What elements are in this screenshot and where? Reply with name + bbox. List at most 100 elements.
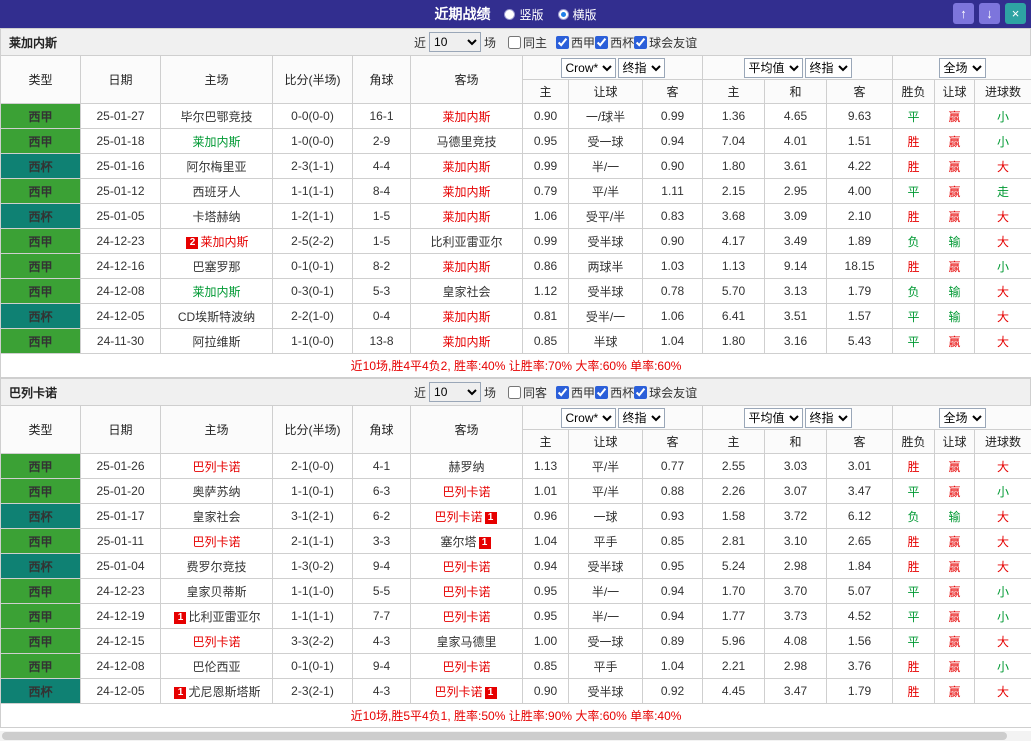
euro-odds-cell: 1.58 bbox=[703, 504, 765, 529]
asian-handicap-cell: 半/一 bbox=[569, 604, 643, 629]
league-type-cell: 西甲 bbox=[1, 654, 81, 679]
final-odds-select[interactable]: 终指 bbox=[805, 408, 852, 428]
handicap-result-cell: 输 bbox=[935, 304, 975, 329]
league-checkbox-friendly[interactable]: 球会友谊 bbox=[634, 34, 697, 51]
asian-odds-controls: Crow*终指 bbox=[523, 406, 703, 430]
handicap-result-cell: 赢 bbox=[935, 204, 975, 229]
filter-controls: 近 10 场 同客 西甲 西杯 球会友谊 bbox=[411, 382, 697, 402]
league-type-cell: 西甲 bbox=[1, 529, 81, 554]
league-friendly-input[interactable] bbox=[634, 386, 647, 399]
same-venue-input[interactable] bbox=[508, 36, 521, 49]
euro-odds-cell: 2.65 bbox=[827, 529, 893, 554]
col-handicap-result: 让球 bbox=[935, 430, 975, 454]
outcome-cell: 负 bbox=[893, 279, 935, 304]
euro-odds-controls: 平均值终指 bbox=[703, 406, 893, 430]
asian-handicap-cell: 两球半 bbox=[569, 254, 643, 279]
col-corner: 角球 bbox=[353, 56, 411, 104]
mode-horizontal-radio[interactable]: 横版 bbox=[558, 6, 597, 23]
away-team-cell: 莱加内斯 bbox=[411, 254, 523, 279]
asian-handicap-cell: 受半球 bbox=[569, 279, 643, 304]
mode-vertical-radio[interactable]: 竖版 bbox=[504, 6, 543, 23]
match-row: 西甲25-01-27毕尔巴鄂竞技0-0(0-0)16-1莱加内斯0.90一/球半… bbox=[1, 104, 1031, 129]
same-venue-checkbox[interactable]: 同客 bbox=[508, 384, 547, 401]
fulltime-select[interactable]: 全场 bbox=[939, 58, 986, 78]
col-date: 日期 bbox=[81, 406, 161, 454]
scroll-up-button[interactable]: ↑ bbox=[953, 3, 974, 24]
league-checkbox-laliga[interactable]: 西甲 bbox=[556, 34, 595, 51]
average-select[interactable]: 平均值 bbox=[744, 58, 803, 78]
away-team-cell: 巴列卡诺 bbox=[411, 654, 523, 679]
league-checkbox-laliga[interactable]: 西甲 bbox=[556, 384, 595, 401]
asian-handicap-cell: 一球 bbox=[569, 504, 643, 529]
near-label: 近 bbox=[414, 384, 426, 401]
team-name: 莱加内斯 bbox=[200, 235, 248, 249]
match-count-select[interactable]: 10 bbox=[429, 382, 481, 402]
fulltime-select[interactable]: 全场 bbox=[939, 408, 986, 428]
league-checkbox-friendly[interactable]: 球会友谊 bbox=[634, 384, 697, 401]
col-euro-away: 客 bbox=[827, 80, 893, 104]
goals-result-cell: 大 bbox=[975, 204, 1031, 229]
col-outcome: 胜负 bbox=[893, 430, 935, 454]
outcome-cell: 平 bbox=[893, 329, 935, 354]
euro-odds-cell: 1.36 bbox=[703, 104, 765, 129]
match-row: 西甲24-12-191比利亚雷亚尔1-1(1-1)7-7巴列卡诺0.95半/一0… bbox=[1, 604, 1031, 629]
games-label: 场 bbox=[484, 384, 496, 401]
league-type-cell: 西甲 bbox=[1, 454, 81, 479]
euro-odds-cell: 3.68 bbox=[703, 204, 765, 229]
league-checkbox-copa[interactable]: 西杯 bbox=[595, 34, 634, 51]
goals-result-cell: 大 bbox=[975, 304, 1031, 329]
average-select[interactable]: 平均值 bbox=[744, 408, 803, 428]
handicap-result-cell: 赢 bbox=[935, 604, 975, 629]
euro-odds-cell: 3.76 bbox=[827, 654, 893, 679]
same-venue-input[interactable] bbox=[508, 386, 521, 399]
match-count-select[interactable]: 10 bbox=[429, 32, 481, 52]
league-copa-input[interactable] bbox=[595, 36, 608, 49]
control-row: 类型 日期 主场 比分(半场) 角球 客场 Crow*终指 平均值终指 全场 bbox=[1, 56, 1031, 80]
same-venue-checkbox[interactable]: 同主 bbox=[508, 34, 547, 51]
handicap-result-cell: 赢 bbox=[935, 654, 975, 679]
league-laliga-label: 西甲 bbox=[571, 34, 595, 51]
euro-odds-cell: 2.55 bbox=[703, 454, 765, 479]
final-odds-select[interactable]: 终指 bbox=[618, 408, 665, 428]
col-type: 类型 bbox=[1, 406, 81, 454]
league-type-cell: 西杯 bbox=[1, 554, 81, 579]
team-name: 巴塞罗那 bbox=[192, 260, 240, 274]
close-button[interactable]: × bbox=[1005, 3, 1026, 24]
euro-odds-cell: 3.73 bbox=[765, 604, 827, 629]
match-row: 西甲24-12-15巴列卡诺3-3(2-2)4-3皇家马德里1.00受一球0.8… bbox=[1, 629, 1031, 654]
horizontal-scrollbar[interactable] bbox=[0, 731, 1031, 741]
window-buttons: ↑ ↓ × bbox=[953, 3, 1026, 24]
date-cell: 24-12-05 bbox=[81, 304, 161, 329]
asian-odds-cell: 0.95 bbox=[523, 579, 569, 604]
mode-horizontal-label: 横版 bbox=[573, 6, 597, 23]
league-friendly-input[interactable] bbox=[634, 36, 647, 49]
bookmaker-select[interactable]: Crow* bbox=[561, 58, 616, 78]
asian-odds-cell: 0.90 bbox=[523, 104, 569, 129]
league-copa-input[interactable] bbox=[595, 386, 608, 399]
summary-text: 近10场,胜4平4负2, 胜率:40% 让胜率:70% 大率:60% 单率:60… bbox=[1, 354, 1031, 378]
goals-result-cell: 大 bbox=[975, 154, 1031, 179]
league-laliga-input[interactable] bbox=[556, 36, 569, 49]
date-cell: 24-11-30 bbox=[81, 329, 161, 354]
asian-odds-cell: 0.85 bbox=[523, 654, 569, 679]
home-team-cell: 1尤尼恩斯塔斯 bbox=[161, 679, 273, 704]
score-cell: 2-1(0-0) bbox=[273, 454, 353, 479]
team-name: 皇家社会 bbox=[192, 510, 240, 524]
bookmaker-select[interactable]: Crow* bbox=[561, 408, 616, 428]
up-arrow-icon: ↑ bbox=[960, 6, 967, 21]
scroll-down-button[interactable]: ↓ bbox=[979, 3, 1000, 24]
away-team-cell: 赫罗纳 bbox=[411, 454, 523, 479]
league-checkbox-copa[interactable]: 西杯 bbox=[595, 384, 634, 401]
scrollbar-thumb[interactable] bbox=[2, 732, 1007, 740]
match-row: 西杯25-01-05卡塔赫纳1-2(1-1)1-5莱加内斯1.06受平/半0.8… bbox=[1, 204, 1031, 229]
score-cell: 0-0(0-0) bbox=[273, 104, 353, 129]
league-laliga-input[interactable] bbox=[556, 386, 569, 399]
final-odds-select[interactable]: 终指 bbox=[805, 58, 852, 78]
corner-cell: 9-4 bbox=[353, 654, 411, 679]
final-odds-select[interactable]: 终指 bbox=[618, 58, 665, 78]
corner-cell: 4-4 bbox=[353, 154, 411, 179]
corner-cell: 4-1 bbox=[353, 454, 411, 479]
team-name: 皇家社会 bbox=[442, 285, 490, 299]
outcome-cell: 胜 bbox=[893, 154, 935, 179]
col-away: 客场 bbox=[411, 56, 523, 104]
